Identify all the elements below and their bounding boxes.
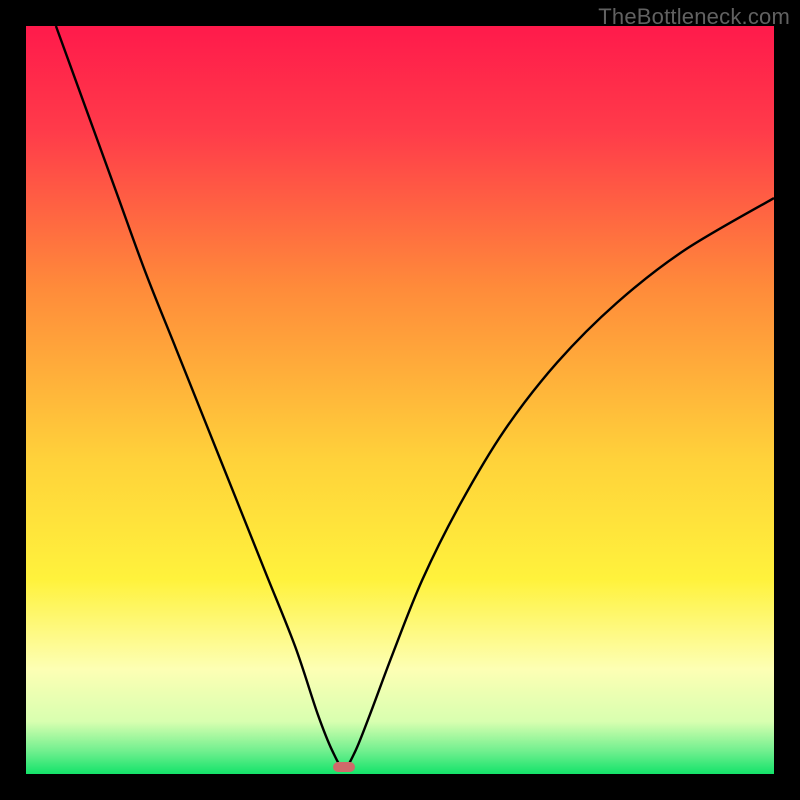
bottleneck-curve bbox=[26, 26, 774, 774]
plot-area bbox=[26, 26, 774, 774]
optimal-marker bbox=[333, 762, 355, 772]
watermark-text: TheBottleneck.com bbox=[598, 4, 790, 30]
curve-path bbox=[56, 26, 774, 768]
chart-frame: TheBottleneck.com bbox=[0, 0, 800, 800]
